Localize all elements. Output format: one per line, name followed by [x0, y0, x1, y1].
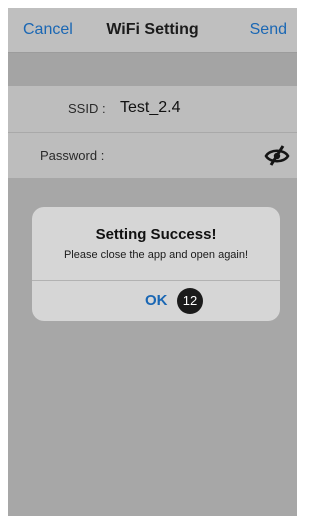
password-field[interactable]: [118, 142, 252, 170]
password-label: Password :: [40, 148, 105, 163]
alert-title: Setting Success!: [95, 226, 217, 243]
section-spacer: [8, 53, 297, 86]
nav-bar: Cancel WiFi Setting Send: [8, 8, 297, 53]
password-row: Password :: [8, 132, 297, 178]
send-button[interactable]: Send: [250, 21, 287, 39]
ok-button-label: OK: [145, 292, 168, 309]
step-number-badge: 12: [177, 288, 203, 314]
alert-message: Please close the app and open again!: [63, 249, 249, 261]
app-screen: Cancel WiFi Setting Send SSID : Test_2.4…: [8, 8, 297, 516]
ssid-row: SSID : Test_2.4: [8, 86, 297, 133]
success-alert: Setting Success! Please close the app an…: [32, 207, 280, 321]
ssid-value[interactable]: Test_2.4: [120, 99, 180, 117]
eye-slash-icon[interactable]: [263, 143, 291, 167]
ok-button[interactable]: OK 12: [32, 281, 280, 321]
ssid-label: SSID :: [68, 101, 106, 116]
wifi-form: SSID : Test_2.4 Password :: [8, 86, 297, 178]
